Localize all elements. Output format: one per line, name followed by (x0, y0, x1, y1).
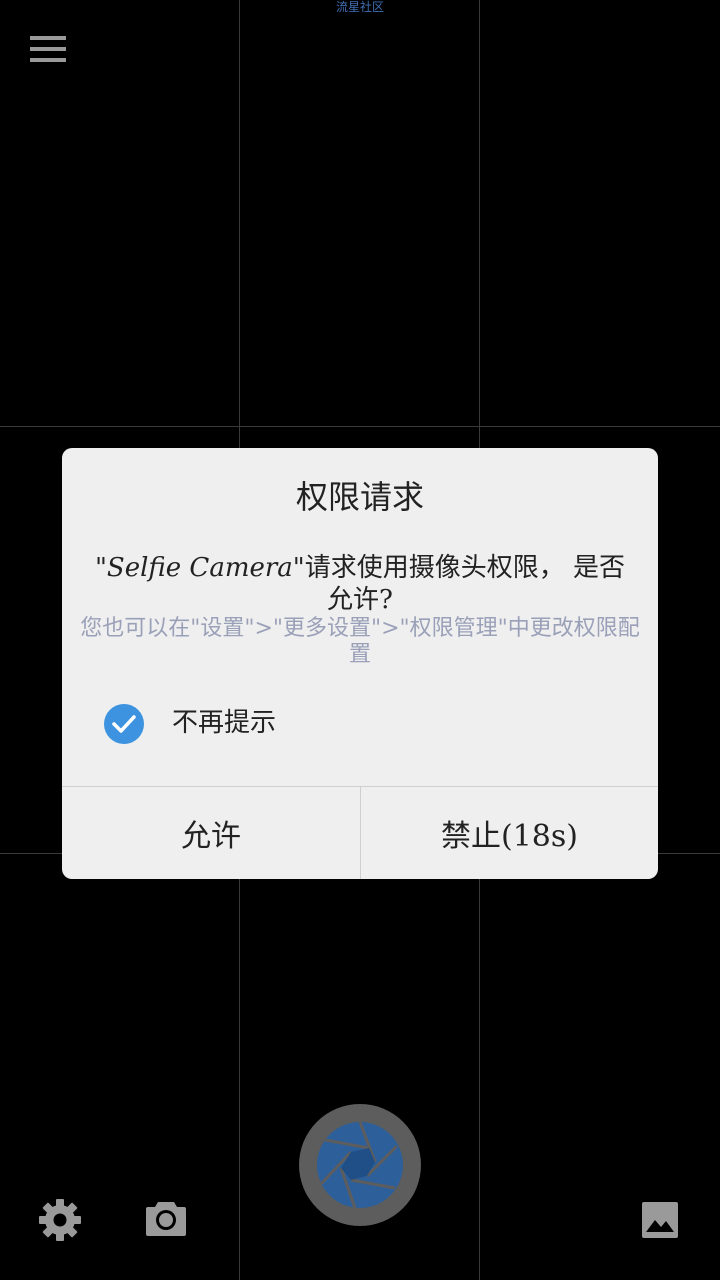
camera-screen: 流星社区 权限请求 "Selfie Camera"请求使用摄像头权限， 是否允许… (0, 0, 720, 1280)
dialog-title: 权限请求 (295, 478, 424, 516)
shutter-button[interactable] (299, 1104, 421, 1226)
watermark-text: 流星社区 (335, 0, 384, 14)
menu-icon[interactable] (30, 36, 66, 62)
checkmark-icon (112, 715, 136, 733)
allow-button[interactable]: 允许 (62, 787, 360, 879)
gear-icon[interactable] (38, 1198, 82, 1242)
dont-ask-label: 不再提示 (172, 708, 277, 738)
dont-ask-checkbox[interactable] (104, 704, 144, 744)
permission-dialog: 权限请求 "Selfie Camera"请求使用摄像头权限， 是否允许? 您也可… (62, 448, 658, 879)
app-name: Selfie Camera (106, 553, 293, 583)
dialog-hint: 您也可以在"设置">"更多设置">"权限管理"中更改权限配置 (80, 616, 640, 667)
message-suffix: "请求使用摄像头权限， 是否允许? (292, 553, 626, 615)
dialog-message: "Selfie Camera"请求使用摄像头权限， 是否允许? (86, 552, 634, 616)
message-prefix: " (94, 553, 107, 583)
camera-icon[interactable] (144, 1198, 188, 1238)
grid-line-horizontal-1 (0, 426, 720, 427)
gallery-icon[interactable] (640, 1200, 680, 1240)
deny-button[interactable]: 禁止(18s) (361, 787, 658, 879)
shutter-icon (317, 1122, 403, 1208)
